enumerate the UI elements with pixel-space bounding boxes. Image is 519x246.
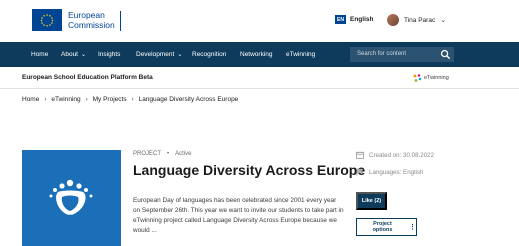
search-icon[interactable] [440, 49, 451, 60]
platform-title[interactable]: European School Education Platform Beta [22, 67, 153, 89]
project-languages: Languages: English [356, 168, 423, 176]
eu-flag-icon [36, 12, 58, 28]
languages-text: Languages: English [369, 168, 424, 176]
nav-item-recognition[interactable]: Recognition [192, 42, 226, 67]
etwinning-logo-text: eTwinning [424, 75, 449, 81]
nav-item-etwinning[interactable]: eTwinning [286, 42, 315, 67]
project-image [22, 150, 121, 246]
flag-icon [356, 168, 363, 176]
nav-item-home[interactable]: Home [31, 42, 48, 67]
chevron-right-icon: › [131, 96, 134, 103]
search-input[interactable]: Search for content [350, 47, 454, 62]
like-button[interactable]: Like (2) [356, 192, 387, 210]
calendar-icon [356, 151, 364, 159]
main-navigation: Home About ⌄ Insights Development ⌄ Recogn… [0, 42, 519, 67]
brand-line-2: Commission [68, 20, 115, 30]
platform-bar: European School Education Platform Beta … [0, 67, 519, 89]
language-code-badge: EN [335, 15, 346, 24]
nav-item-insights[interactable]: Insights [98, 42, 120, 67]
chevron-down-icon: ⌄ [177, 52, 183, 58]
breadcrumb-current: Language Diversity Across Europe [138, 96, 239, 103]
language-selector[interactable]: EN English [335, 15, 373, 24]
created-date: Created on: 30.08.2022 [356, 151, 434, 159]
chevron-down-icon: ⌄ [81, 52, 87, 58]
project-kind: PROJECT [133, 151, 162, 157]
nav-item-label: Recognition [192, 51, 227, 58]
user-name: Tina Parac [404, 16, 436, 24]
search-placeholder: Search for content [357, 51, 407, 57]
status-badge: Active [175, 151, 192, 157]
nav-item-networking[interactable]: Networking [240, 42, 273, 67]
etwinning-logo[interactable]: eTwinning [412, 73, 449, 83]
nav-item-label: Insights [98, 51, 121, 58]
page-title: Language Diversity Across Europe [133, 162, 366, 178]
project-description: European Day of languages has been celeb… [133, 197, 344, 234]
brand-name[interactable]: European Commission [68, 10, 115, 30]
brand-line-1: European [68, 10, 105, 20]
nav-item-label: eTwinning [286, 51, 316, 58]
avatar [387, 14, 399, 26]
european-commission-logo[interactable] [32, 9, 62, 31]
chevron-right-icon: › [85, 96, 88, 103]
more-vertical-icon: ⋮ [409, 224, 416, 231]
user-menu[interactable]: Tina Parac ⌄ [387, 14, 446, 26]
created-date-text: Created on: 30.08.2022 [369, 151, 435, 159]
chevron-down-icon: ⌄ [440, 17, 447, 24]
status-dot-icon: • [167, 151, 170, 157]
language-label: English [350, 16, 374, 23]
community-people-icon [49, 179, 93, 215]
nav-item-label: Home [31, 51, 49, 58]
site-header: European Commission EN English Tina Para… [0, 0, 519, 42]
project-kicker: PROJECT • Active [133, 151, 191, 157]
nav-item-label: Networking [240, 51, 273, 58]
chevron-right-icon: › [44, 96, 47, 103]
nav-item-label: About [61, 51, 78, 58]
project-options-button[interactable]: Project options ⋮ [356, 218, 417, 236]
breadcrumb-home[interactable]: Home [22, 96, 39, 103]
project-options-label: Project options [372, 221, 393, 233]
etwinning-logo-icon [413, 74, 422, 82]
brand-divider [120, 11, 121, 31]
breadcrumb-my-projects[interactable]: My Projects [93, 96, 127, 103]
nav-item-about[interactable]: About ⌄ [61, 42, 86, 67]
breadcrumb: Home › eTwinning › My Projects › Languag… [22, 96, 238, 103]
nav-item-development[interactable]: Development ⌄ [136, 42, 182, 67]
breadcrumb-etwinning[interactable]: eTwinning [51, 96, 80, 103]
nav-item-label: Development [136, 51, 175, 58]
